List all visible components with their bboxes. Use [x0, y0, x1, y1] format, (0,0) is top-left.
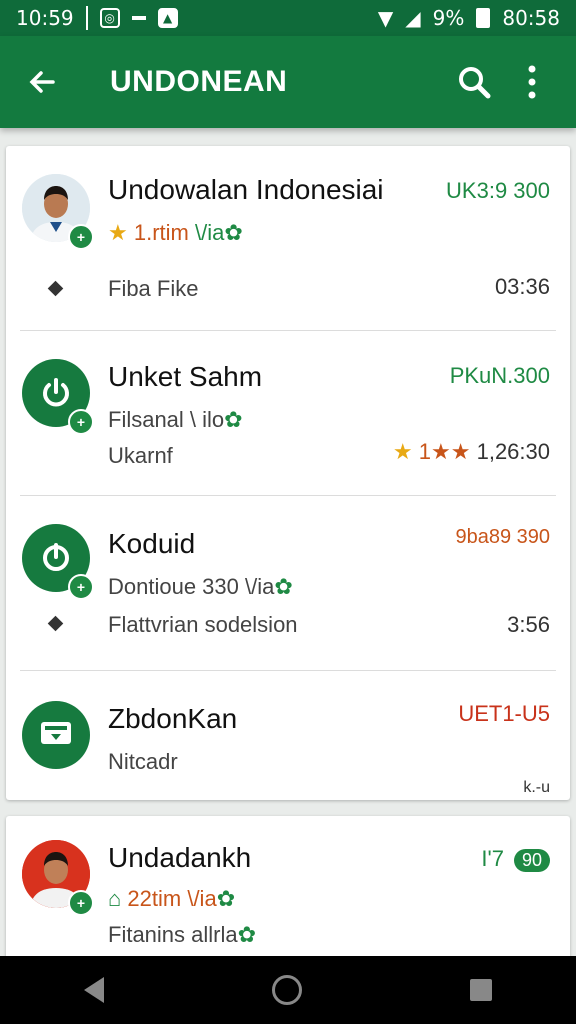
item-name: Undadankh [108, 842, 252, 873]
item-meta: Fitanins allrla [108, 922, 238, 947]
item-amount-line: I'7 90 [481, 846, 550, 872]
house-icon: ⌂ [108, 886, 122, 911]
item-rating-time: ★ 1★★ 1,26:30 [393, 439, 550, 465]
item-time: 03:36 [494, 274, 550, 299]
transactions-card: + Undowalan Indonesiai UK3:9 300 ★ 1.rti… [6, 146, 570, 800]
item-name: Unket Sahm [108, 361, 263, 392]
item-sub: 22tim \/ia [127, 886, 217, 911]
status-bar: 10:59 ◎ ▲ ▼ ◢ 9% 80:58 [0, 0, 576, 36]
item-sub: Dontioue 330 \/ia [108, 574, 275, 599]
clover-icon: ✿ [274, 574, 293, 599]
item-amount: UET1-U5 [458, 701, 550, 726]
page-title: UNDONEAN [110, 65, 288, 98]
transactions-card-2: + Undadankh I'7 90 ⌂ 22tim \/ia✿ Fitanins… [6, 816, 570, 976]
list-item[interactable]: + Koduid 9ba89 390 Dontioue 330 \/ia✿ Fl… [6, 496, 570, 670]
item-rating-line: ★ 1.rtim \/ia✿ [108, 220, 243, 246]
list-item[interactable]: + Unket Sahm PKuN.300 Filsanal \ ilo✿ Uk… [6, 331, 570, 495]
item-rating: 1 [418, 439, 432, 464]
status-time-left: 10:59 [16, 6, 74, 30]
diamond-icon [47, 615, 64, 632]
clover-icon: ✿ [224, 220, 243, 245]
item-amount: UK3:9 300 [446, 178, 550, 203]
clover-icon: ✿ [216, 886, 236, 911]
item-meta: Nitcadr [108, 749, 178, 774]
item-sub-line: Filsanal \ ilo✿ [108, 407, 243, 433]
item-meta: Fiba Fike [108, 276, 199, 301]
screen-avatar [22, 701, 90, 769]
item-time: k.-u [523, 779, 550, 796]
nav-recents-icon[interactable] [470, 979, 492, 1001]
verified-badge-icon: + [68, 574, 94, 600]
item-name: Undowalan Indonesiai [108, 174, 384, 205]
star-icon: ★ [392, 439, 413, 464]
item-sub: Filsanal \ ilo [108, 407, 225, 432]
clover-icon: ✿ [224, 407, 243, 432]
app-notification-icon: ◎ [99, 8, 120, 28]
image-notification-icon: ▲ [157, 8, 178, 28]
item-sub-line: ⌂ 22tim \/ia✿ [108, 886, 235, 912]
more-vert-icon[interactable] [508, 58, 556, 106]
wifi-icon: ▼ [377, 6, 394, 30]
amount-badge: 90 [513, 848, 550, 872]
battery-percent: 9% [432, 6, 465, 30]
item-via: \/ia [194, 220, 225, 245]
item-name: Koduid [108, 528, 196, 559]
verified-badge-icon: + [68, 224, 94, 250]
list-item[interactable]: + Undadankh I'7 90 ⌂ 22tim \/ia✿ Fitanins… [6, 816, 570, 976]
list-item[interactable]: + Undowalan Indonesiai UK3:9 300 ★ 1.rti… [6, 146, 570, 330]
verified-badge-icon: + [68, 409, 94, 435]
item-time: 1,26:30 [476, 439, 550, 464]
signal-icon: ◢ [405, 6, 421, 30]
list-item[interactable]: ZbdonKan UET1-U5 Nitcadr k.-u [6, 671, 570, 800]
clover-icon: ✿ [237, 922, 257, 947]
nav-back-icon[interactable] [84, 977, 104, 1003]
battery-icon [476, 8, 491, 28]
minus-icon [131, 16, 146, 20]
verified-badge-icon: + [68, 890, 94, 916]
app-toolbar: UNDONEAN [0, 36, 576, 128]
item-meta: Ukarnf [108, 443, 173, 468]
nav-home-icon[interactable] [272, 975, 302, 1005]
item-name: ZbdonKan [108, 703, 238, 734]
system-nav-bar [0, 956, 576, 1024]
item-rating: 1.rtim [133, 220, 189, 245]
search-icon[interactable] [450, 58, 498, 106]
item-meta: Flattvrian sodelsion [108, 612, 298, 637]
item-amount: I'7 [481, 846, 504, 871]
status-time-right: 80:58 [502, 6, 560, 30]
item-amount: PKuN.300 [449, 363, 550, 388]
stars-icon: ★★ [431, 439, 471, 464]
divider [85, 6, 88, 30]
item-sub-line: Dontioue 330 \/ia✿ [108, 574, 293, 600]
item-time: 3:56 [507, 612, 550, 637]
item-amount: 9ba89 390 [455, 526, 550, 548]
back-arrow-icon[interactable] [20, 60, 64, 104]
diamond-icon [47, 280, 64, 297]
item-meta-line: Fitanins allrla✿ [108, 922, 256, 948]
star-icon: ★ [108, 220, 128, 245]
